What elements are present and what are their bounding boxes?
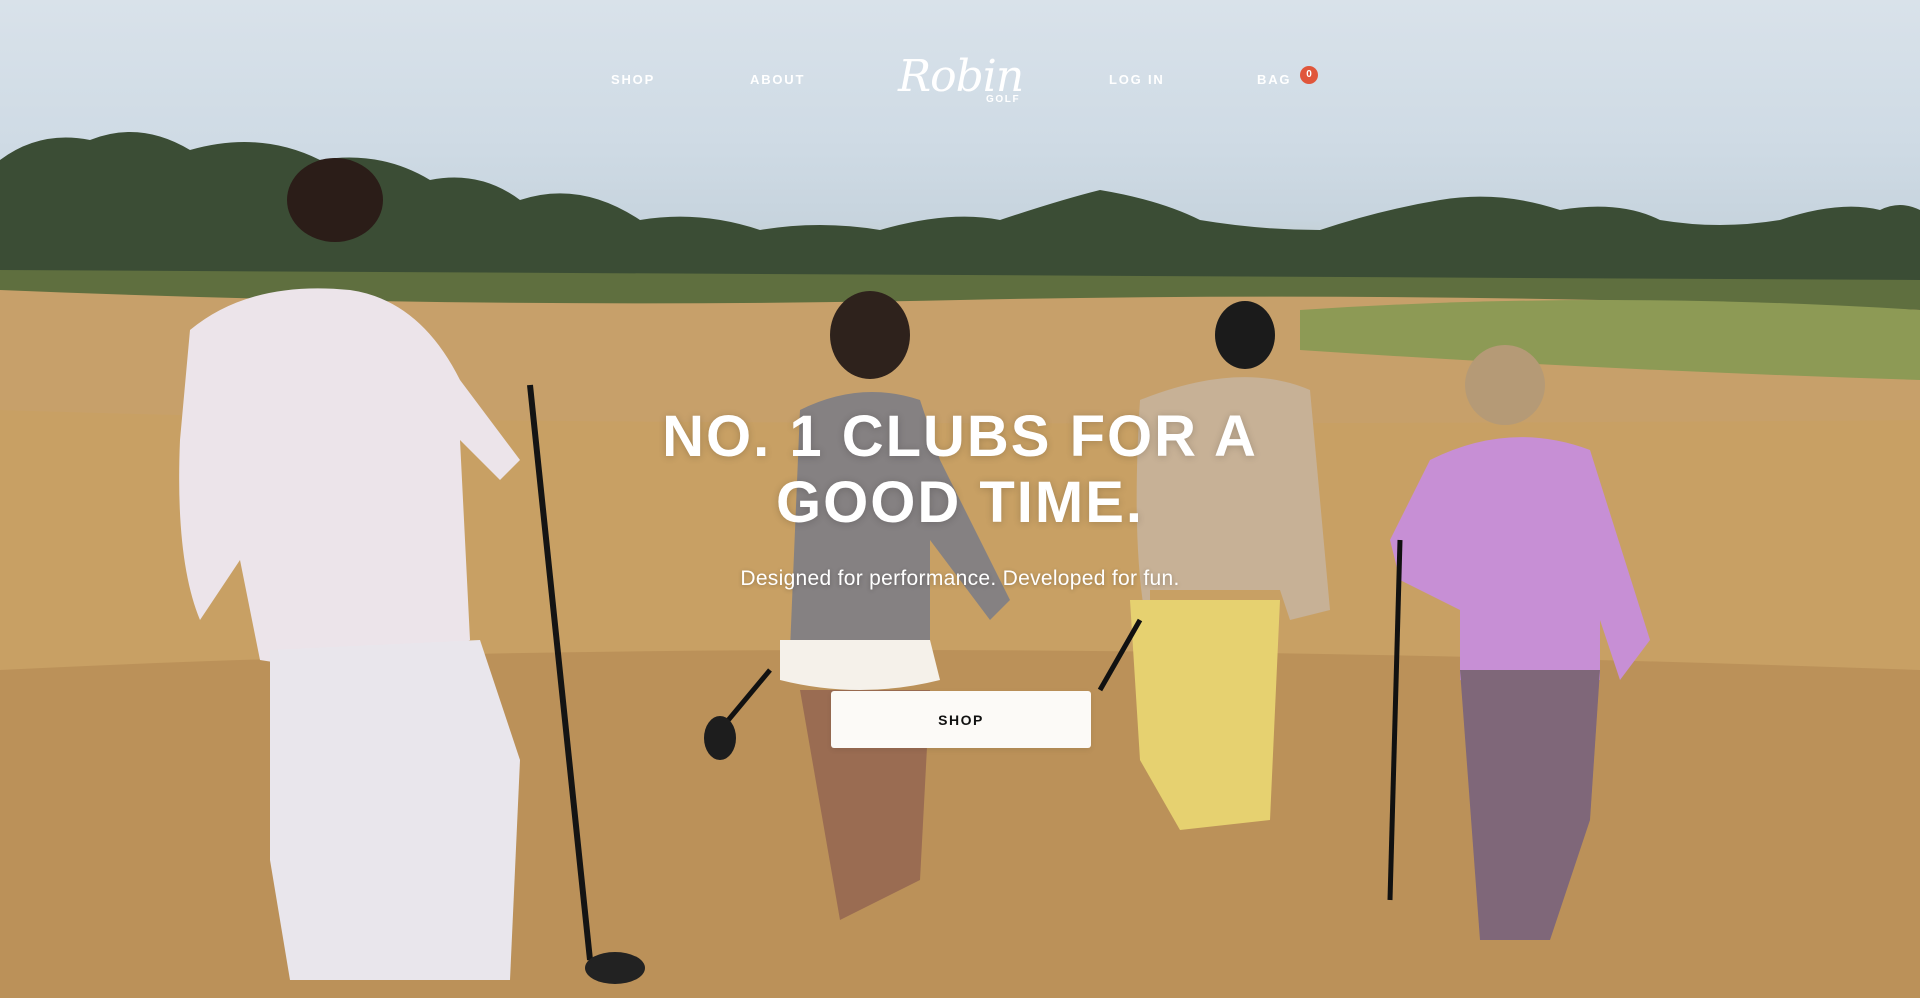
nav-login-link[interactable]: LOG IN	[1109, 72, 1165, 87]
top-navigation: SHOP ABOUT Robin GOLF LOG IN BAG 0	[0, 0, 1920, 110]
hero-shop-button-label: SHOP	[938, 711, 984, 728]
hero-headline-line-2: GOOD TIME.	[776, 470, 1144, 535]
logo-subtitle: GOLF	[986, 94, 1021, 105]
hero-section: SHOP ABOUT Robin GOLF LOG IN BAG 0 NO. 1…	[0, 0, 1920, 998]
nav-about-link[interactable]: ABOUT	[750, 72, 805, 87]
hero-headline: NO. 1 CLUBS FOR A GOOD TIME.	[560, 404, 1360, 536]
robin-golf-logo[interactable]: Robin GOLF	[898, 52, 1024, 110]
hero-subheadline: Designed for performance. Developed for …	[740, 567, 1180, 590]
nav-bag-link[interactable]: BAG	[1257, 72, 1291, 87]
hero-headline-line-1: NO. 1 CLUBS FOR A	[662, 404, 1258, 469]
bag-count-badge[interactable]: 0	[1300, 66, 1318, 84]
hero-shop-button[interactable]: SHOP	[831, 691, 1091, 748]
nav-shop-link[interactable]: SHOP	[611, 72, 655, 87]
